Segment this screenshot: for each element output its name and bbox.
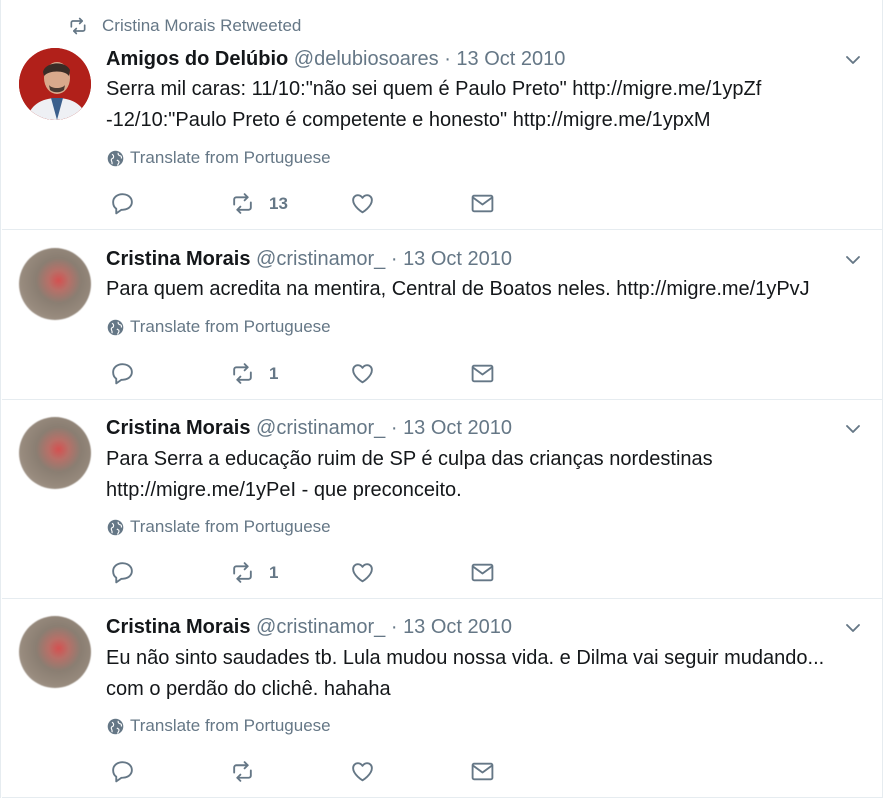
tweet-date[interactable]: 13 Oct 2010: [403, 248, 512, 270]
translate-label[interactable]: Translate from Portuguese: [130, 317, 331, 337]
avatar-portrait: [19, 48, 91, 120]
translate-link[interactable]: Translate from Portuguese: [107, 716, 331, 736]
retweet-count: 1: [269, 562, 279, 582]
globe-icon: [107, 718, 124, 734]
like-button[interactable]: [350, 560, 375, 585]
tweet-text-line: http://migre.me/1yPeI - que preconceito.: [106, 479, 462, 501]
tweet-actions: 1: [110, 361, 530, 387]
like-button[interactable]: [350, 191, 375, 216]
tweet-date[interactable]: 13 Oct 2010: [456, 48, 565, 70]
chevron-down-icon[interactable]: [844, 251, 862, 269]
globe-icon: [107, 150, 124, 166]
separator: ·: [444, 48, 451, 70]
reply-button[interactable]: [110, 361, 135, 386]
avatar[interactable]: [19, 248, 91, 320]
retweet-context-label[interactable]: Cristina Morais Retweeted: [102, 16, 301, 36]
tweet-text-line: -12/10:"Paulo Preto é competente e hones…: [106, 109, 711, 131]
direct-message-button[interactable]: [470, 560, 495, 585]
heart-icon: [352, 364, 373, 384]
direct-message-button[interactable]: [470, 361, 495, 386]
avatar[interactable]: [19, 616, 91, 688]
tweet-text-line: Eu não sinto saudades tb. Lula mudou nos…: [106, 647, 825, 669]
tweet-text-line: Para Serra a educação ruim de SP é culpa…: [106, 448, 713, 470]
reply-icon: [112, 193, 133, 215]
translate-label[interactable]: Translate from Portuguese: [130, 716, 331, 736]
chevron-down-icon[interactable]: [844, 619, 862, 637]
tweet-text: Serra mil caras: 11/10:"não sei quem é P…: [106, 74, 846, 136]
retweet-count: 13: [269, 193, 288, 213]
globe-icon: [107, 519, 124, 535]
retweet-icon: [233, 562, 252, 583]
retweet-button[interactable]: 1: [230, 361, 278, 386]
tweet-text-line: Para quem acredita na mentira, Central d…: [106, 278, 810, 300]
separator: ·: [390, 248, 398, 270]
retweet-context: Cristina Morais Retweeted: [68, 16, 301, 36]
avatar[interactable]: [19, 48, 91, 120]
chevron-down-icon[interactable]: [844, 51, 862, 69]
tweet[interactable]: Cristina Morais @cristinamor_ · 13 Oct 2…: [2, 599, 882, 798]
reply-icon: [112, 363, 133, 385]
display-name[interactable]: Cristina Morais: [106, 417, 250, 439]
tweet-date[interactable]: 13 Oct 2010: [403, 616, 512, 638]
retweet-button[interactable]: [230, 759, 269, 784]
tweet[interactable]: Cristina Morais Retweeted Amigos do Delú…: [2, 0, 882, 230]
reply-button[interactable]: [110, 759, 135, 784]
avatar[interactable]: [19, 417, 91, 489]
tweet[interactable]: Cristina Morais @cristinamor_ · 13 Oct 2…: [2, 400, 882, 599]
username[interactable]: @delubiosoares: [294, 48, 439, 70]
display-name[interactable]: Cristina Morais: [106, 248, 250, 270]
translate-link[interactable]: Translate from Portuguese: [107, 317, 331, 337]
username[interactable]: @cristinamor_: [256, 248, 385, 270]
heart-icon: [352, 762, 373, 782]
tweet-text-line: Serra mil caras: 11/10:"não sei quem é P…: [106, 78, 762, 100]
tweet-text: Para quem acredita na mentira, Central d…: [106, 274, 846, 305]
username[interactable]: @cristinamor_: [256, 417, 385, 439]
tweet-actions: 1: [110, 560, 530, 586]
tweet-header: Cristina Morais @cristinamor_ · 13 Oct 2…: [106, 417, 512, 440]
tweet-header: Amigos do Delúbio @delubiosoares · 13 Oc…: [106, 48, 565, 71]
retweet-icon: [233, 193, 252, 214]
tweet-text: Para Serra a educação ruim de SP é culpa…: [106, 444, 846, 506]
tweet-actions: [110, 759, 530, 785]
heart-icon: [352, 194, 373, 214]
separator: ·: [390, 616, 398, 638]
translate-link[interactable]: Translate from Portuguese: [107, 517, 331, 537]
like-button[interactable]: [350, 361, 375, 386]
envelope-icon: [471, 364, 494, 383]
like-button[interactable]: [350, 759, 375, 784]
retweet-icon: [70, 17, 86, 35]
separator: ·: [390, 417, 398, 439]
translate-label[interactable]: Translate from Portuguese: [130, 148, 331, 168]
tweet-header: Cristina Morais @cristinamor_ · 13 Oct 2…: [106, 616, 512, 639]
reply-icon: [112, 761, 133, 783]
reply-button[interactable]: [110, 191, 135, 216]
tweet[interactable]: Cristina Morais @cristinamor_ · 13 Oct 2…: [2, 230, 882, 400]
retweet-button[interactable]: 13: [230, 191, 288, 216]
tweet-header: Cristina Morais @cristinamor_ · 13 Oct 2…: [106, 248, 512, 271]
display-name[interactable]: Cristina Morais: [106, 616, 250, 638]
tweet-date[interactable]: 13 Oct 2010: [403, 417, 512, 439]
retweet-button[interactable]: 1: [230, 560, 278, 585]
display-name[interactable]: Amigos do Delúbio: [106, 48, 288, 70]
retweet-icon: [233, 363, 252, 384]
chevron-down-icon[interactable]: [844, 420, 862, 438]
globe-icon: [107, 319, 124, 335]
timeline: Cristina Morais Retweeted Amigos do Delú…: [0, 0, 883, 798]
direct-message-button[interactable]: [470, 759, 495, 784]
tweet-text-line: com o perdão do clichê. hahaha: [106, 678, 391, 700]
envelope-icon: [471, 194, 494, 213]
tweet-text: Eu não sinto saudades tb. Lula mudou nos…: [106, 643, 846, 705]
retweet-icon: [233, 761, 252, 782]
tweet-actions: 13: [110, 191, 530, 217]
username[interactable]: @cristinamor_: [256, 616, 385, 638]
retweet-count: 1: [269, 363, 279, 383]
direct-message-button[interactable]: [470, 191, 495, 216]
reply-button[interactable]: [110, 560, 135, 585]
envelope-icon: [471, 762, 494, 781]
translate-label[interactable]: Translate from Portuguese: [130, 517, 331, 537]
envelope-icon: [471, 563, 494, 582]
translate-link[interactable]: Translate from Portuguese: [107, 148, 331, 168]
heart-icon: [352, 563, 373, 583]
reply-icon: [112, 562, 133, 584]
